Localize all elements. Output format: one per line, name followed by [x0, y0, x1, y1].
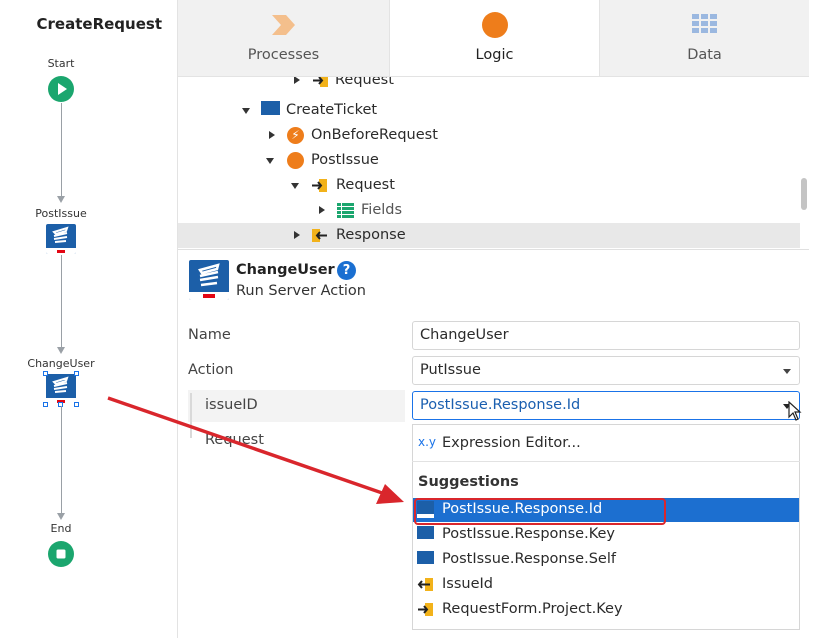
tree-item-label: Fields [361, 202, 403, 218]
server-action-icon [261, 101, 280, 120]
mouse-cursor-icon [788, 401, 802, 421]
selection-handle[interactable] [43, 402, 48, 407]
dropdown-divider [412, 461, 800, 462]
tab-processes-label: Processes [247, 47, 320, 63]
request-label: Request [205, 432, 264, 448]
expression-editor-icon: x.y [418, 435, 437, 449]
tab-processes[interactable]: Processes [178, 0, 389, 76]
input-parameter-icon [312, 179, 327, 192]
expand-caret-icon[interactable] [269, 131, 275, 139]
flow-arrow-head [57, 513, 65, 520]
tree-item-request[interactable]: Request [178, 173, 800, 198]
input-parameter-icon [313, 77, 328, 87]
suggestions-header: Suggestions [418, 474, 519, 490]
input-parameter-icon [418, 603, 433, 616]
server-action-icon [52, 226, 69, 243]
issueid-label: issueID [205, 397, 258, 413]
tree-item-label: Request [336, 177, 395, 193]
name-input[interactable]: ChangeUser [412, 321, 800, 350]
chevron-process-icon [272, 15, 295, 35]
flow-canvas[interactable] [0, 0, 178, 638]
annotation-highlight-box [414, 498, 666, 525]
flow-title: CreateRequest [36, 15, 162, 33]
post-issue-node-label: PostIssue [35, 207, 87, 220]
tree-item-label: OnBeforeRequest [311, 127, 438, 143]
end-node-label: End [50, 522, 72, 535]
table-grid-icon [692, 14, 717, 33]
properties-title: ChangeUser [236, 262, 335, 278]
parameter-indent-bar [190, 393, 192, 438]
issueid-input-value: PostIssue.Response.Id [420, 397, 581, 413]
selection-handle[interactable] [43, 371, 48, 376]
orange-circle-icon [482, 12, 508, 38]
tab-logic-label: Logic [475, 47, 514, 63]
flow-connector [61, 255, 62, 347]
action-select[interactable]: PutIssue [412, 356, 800, 385]
lightning-icon: ⚡ [287, 127, 304, 144]
end-node[interactable] [48, 541, 74, 567]
collapse-caret-icon[interactable] [242, 108, 250, 114]
suggestion-label: PostIssue.Response.Key [442, 526, 615, 542]
flow-connector [61, 103, 62, 196]
expression-editor-option[interactable]: Expression Editor... [442, 435, 581, 451]
tree-item-response[interactable]: Response [178, 223, 800, 248]
structure-grid-icon [337, 203, 354, 218]
collapse-caret-icon[interactable] [291, 183, 299, 189]
input-parameter-icon [417, 578, 433, 591]
suggestion-label: RequestForm.Project.Key [442, 601, 623, 617]
panel-divider[interactable] [178, 249, 809, 250]
tree-scrollbar[interactable] [801, 178, 807, 210]
tree-item-createticket[interactable]: CreateTicket [178, 98, 800, 123]
flow-connector [61, 406, 62, 513]
server-action-icon [189, 260, 229, 300]
flow-arrow-head [57, 347, 65, 354]
logic-tree: Request CreateTicket ⚡ OnBeforeRequest P… [178, 77, 800, 249]
tree-item-label: Response [336, 227, 406, 243]
tab-bar: Processes Logic Data [178, 0, 809, 77]
tree-item-onbeforerequest[interactable]: ⚡ OnBeforeRequest [178, 123, 800, 148]
chevron-down-icon [783, 369, 791, 374]
expand-caret-icon[interactable] [319, 206, 325, 214]
suggestion-item[interactable]: IssueId [413, 573, 799, 597]
name-label: Name [188, 327, 231, 343]
suggestion-item[interactable]: PostIssue.Response.Self [413, 548, 799, 572]
start-node[interactable] [48, 76, 74, 102]
change-user-node-label: ChangeUser [27, 357, 95, 370]
tree-item-label: Request [335, 77, 394, 88]
tree-item-label: PostIssue [311, 152, 379, 168]
server-action-icon [417, 551, 434, 568]
expand-caret-icon[interactable] [294, 77, 300, 84]
tree-item-label: CreateTicket [286, 102, 378, 118]
action-label: Action [188, 362, 234, 378]
issueid-input[interactable]: PostIssue.Response.Id [412, 391, 800, 420]
selection-handle[interactable] [74, 371, 79, 376]
suggestion-label: PostIssue.Response.Self [442, 551, 616, 567]
post-issue-node[interactable] [46, 224, 76, 254]
tree-item-request-partial[interactable]: Request [178, 77, 800, 93]
server-action-icon [417, 526, 434, 543]
tab-logic[interactable]: Logic [389, 0, 600, 76]
stop-icon [56, 549, 66, 559]
tab-data[interactable]: Data [599, 0, 810, 76]
play-icon [58, 83, 67, 95]
orange-circle-icon [287, 152, 304, 169]
tree-item-fields[interactable]: Fields [178, 198, 800, 223]
expand-caret-icon[interactable] [294, 231, 300, 239]
properties-subtitle: Run Server Action [236, 283, 366, 299]
output-parameter-icon [312, 229, 327, 242]
tree-item-postissue[interactable]: PostIssue [178, 148, 800, 173]
action-select-value: PutIssue [420, 362, 481, 378]
suggestion-item[interactable]: PostIssue.Response.Key [413, 523, 799, 547]
start-node-label: Start [47, 57, 75, 70]
selection-handle[interactable] [74, 402, 79, 407]
help-button[interactable]: ? [337, 261, 356, 280]
suggestion-label: IssueId [442, 576, 493, 592]
server-action-glyph [198, 263, 220, 287]
collapse-caret-icon[interactable] [266, 158, 274, 164]
tab-data-label: Data [687, 47, 722, 63]
change-user-node[interactable] [46, 374, 76, 404]
flow-arrow-head [57, 196, 65, 203]
server-action-icon [52, 376, 69, 393]
suggestion-item[interactable]: RequestForm.Project.Key [413, 598, 799, 622]
